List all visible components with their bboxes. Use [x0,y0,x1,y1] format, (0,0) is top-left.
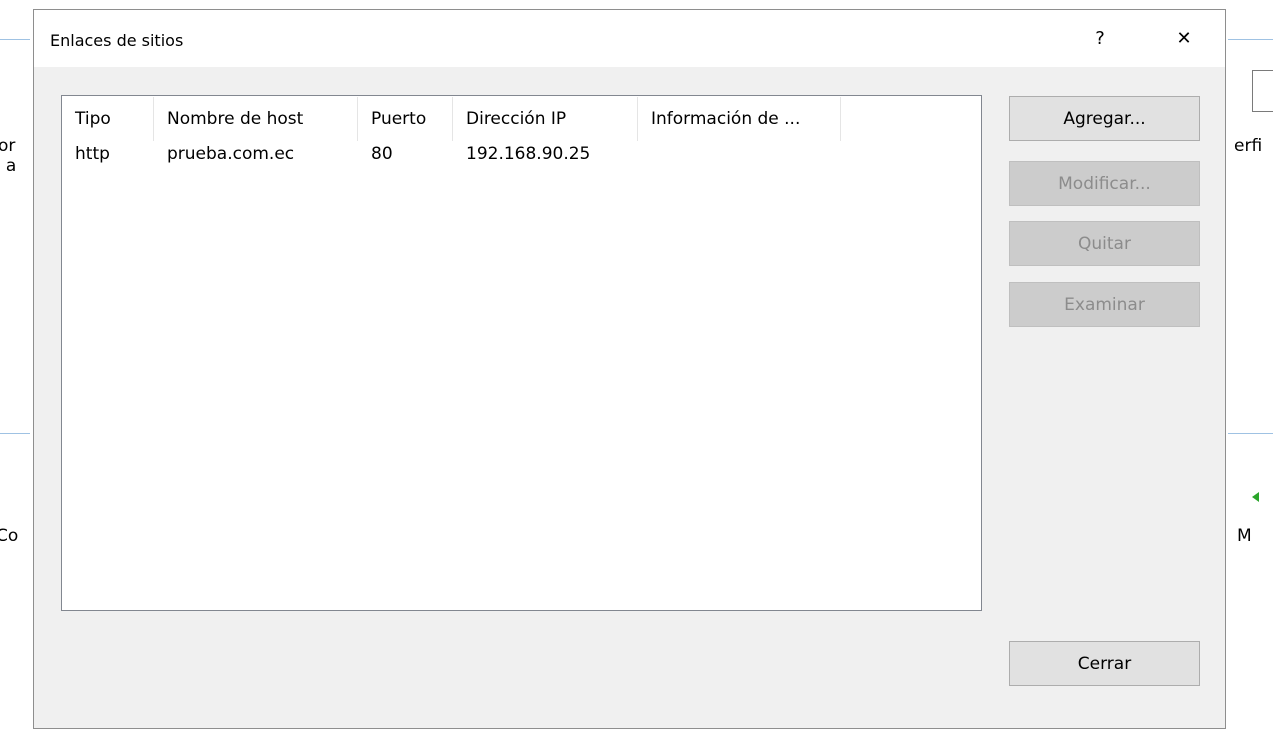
help-button[interactable]: ? [1078,18,1122,58]
cell-type: http [75,144,110,164]
background-control [1252,70,1273,112]
background-text: Co [0,526,19,546]
dialog-titlebar: Enlaces de sitios ? ✕ [34,10,1225,67]
cell-port: 80 [371,144,393,164]
column-header-binding-info[interactable]: Información de ... [638,97,841,141]
close-icon: ✕ [1176,27,1192,49]
background-text: or [0,136,16,156]
background-arrow-icon [1252,492,1259,502]
column-header-port[interactable]: Puerto [358,97,453,141]
background-text: M [1237,526,1252,546]
help-icon: ? [1095,27,1105,49]
background-text: e a [0,156,17,176]
site-bindings-dialog: Enlaces de sitios ? ✕ Tipo Nombre de hos… [33,9,1226,729]
add-button[interactable]: Agregar... [1009,96,1200,141]
close-window-button[interactable]: ✕ [1162,18,1206,58]
bindings-list[interactable]: Tipo Nombre de host Puerto Dirección IP … [61,95,982,611]
background-divider-left-bottom [0,433,30,434]
column-header-ip-address[interactable]: Dirección IP [453,97,638,141]
background-divider-right-bottom [1228,433,1273,434]
cell-host-name: prueba.com.ec [167,144,295,164]
column-header-host-name[interactable]: Nombre de host [154,97,358,141]
background-divider-right-top [1228,39,1273,40]
background-divider-left-top [0,39,30,40]
close-button[interactable]: Cerrar [1009,641,1200,686]
dialog-title: Enlaces de sitios [50,31,184,50]
cell-binding-info [638,140,841,168]
remove-button[interactable]: Quitar [1009,221,1200,266]
modify-button[interactable]: Modificar... [1009,161,1200,206]
background-text: erfi [1234,136,1263,156]
column-header-type[interactable]: Tipo [62,97,154,141]
browse-button[interactable]: Examinar [1009,282,1200,327]
cell-ip-address: 192.168.90.25 [466,144,591,164]
